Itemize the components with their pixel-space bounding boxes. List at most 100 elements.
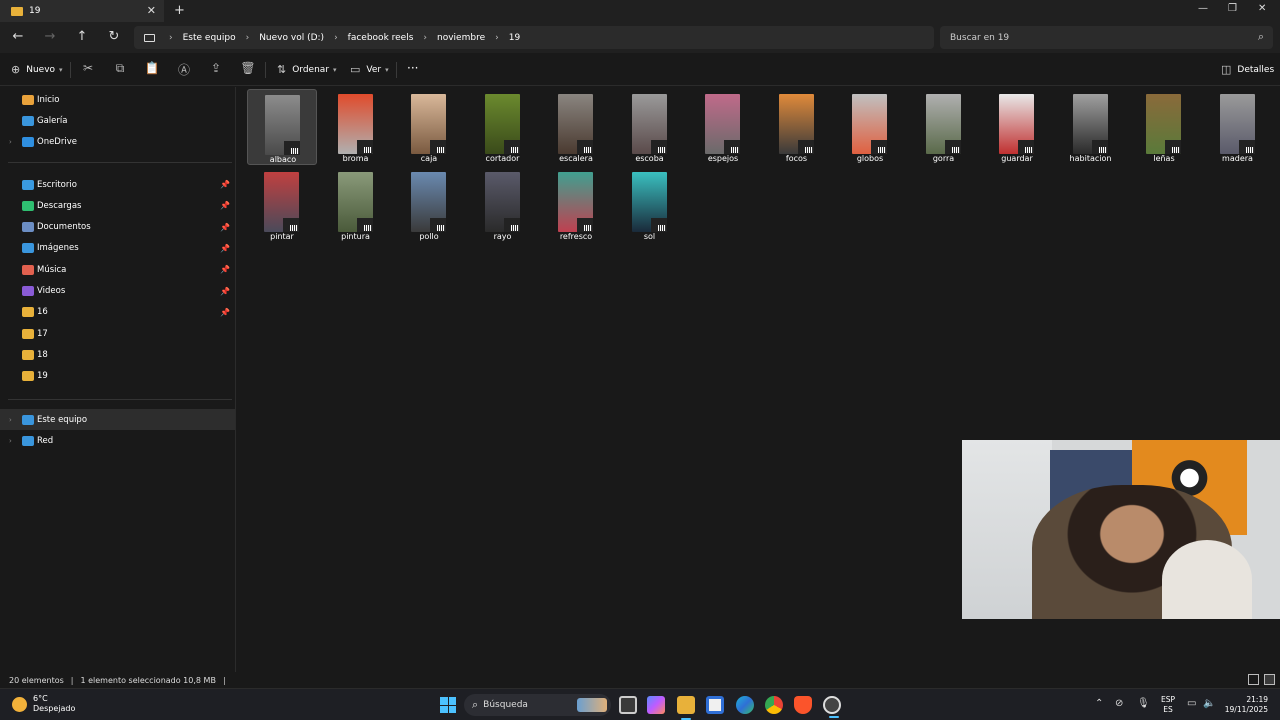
- sort-button[interactable]: ⇅ Ordenar ▾: [277, 63, 337, 76]
- back-arrow-icon[interactable]: ←: [9, 29, 27, 44]
- minimize-button[interactable]: —: [1198, 3, 1208, 14]
- file-item[interactable]: albaco: [247, 89, 317, 165]
- search-input[interactable]: Buscar en 19 ⌕: [940, 26, 1273, 49]
- microphone-icon[interactable]: 🎙: [1137, 698, 1150, 709]
- pin-icon[interactable]: 📌: [220, 223, 230, 232]
- start-button[interactable]: [440, 697, 456, 713]
- copy-icon[interactable]: ⧉: [112, 61, 128, 76]
- maximize-button[interactable]: ❐: [1228, 3, 1237, 14]
- cut-icon[interactable]: ✂: [80, 61, 96, 75]
- sidebar-item-red[interactable]: › Red: [0, 430, 235, 451]
- sidebar-item-escritorio[interactable]: Escritorio 📌: [0, 174, 235, 195]
- file-item[interactable]: gorra: [909, 89, 979, 165]
- sidebar-item-este-equipo[interactable]: › Este equipo: [0, 409, 235, 430]
- file-item[interactable]: focos: [762, 89, 832, 165]
- close-window-button[interactable]: ✕: [1258, 3, 1266, 14]
- sidebar-item-16[interactable]: 16 📌: [0, 302, 235, 323]
- pin-icon[interactable]: 📌: [220, 244, 230, 253]
- more-options-button[interactable]: ···: [407, 61, 418, 75]
- sidebar-item-inicio[interactable]: Inicio: [0, 89, 235, 110]
- pin-icon[interactable]: 📌: [220, 287, 230, 296]
- view-button[interactable]: ▭ Ver ▾: [350, 63, 389, 76]
- brave-icon[interactable]: [794, 696, 812, 714]
- sidebar-item-imágenes[interactable]: Imágenes 📌: [0, 238, 235, 259]
- file-item[interactable]: leñas: [1129, 89, 1199, 165]
- chrome-icon[interactable]: [765, 696, 783, 714]
- breadcrumb-facebook-reels[interactable]: facebook reels: [348, 33, 414, 43]
- pin-icon[interactable]: 📌: [220, 180, 230, 189]
- breadcrumb-separator[interactable]: ›: [246, 33, 250, 43]
- close-tab-icon[interactable]: ✕: [147, 4, 156, 17]
- sidebar-item-19[interactable]: 19: [0, 366, 235, 387]
- file-item[interactable]: pollo: [394, 167, 464, 243]
- up-arrow-icon[interactable]: ↑: [73, 29, 91, 44]
- large-icons-view-toggle[interactable]: [1264, 674, 1275, 685]
- file-item[interactable]: pintura: [321, 167, 391, 243]
- forward-arrow-icon[interactable]: →: [41, 29, 59, 44]
- search-icon[interactable]: ⌕: [1258, 30, 1264, 44]
- obs-icon[interactable]: [823, 696, 841, 718]
- breadcrumb-noviembre[interactable]: noviembre: [437, 33, 485, 43]
- file-item[interactable]: guardar: [982, 89, 1052, 165]
- breadcrumb-nuevo-vol[interactable]: Nuevo vol (D:): [259, 33, 324, 43]
- breadcrumb-este-equipo[interactable]: Este equipo: [183, 33, 236, 43]
- file-item[interactable]: escoba: [615, 89, 685, 165]
- sidebar-item-17[interactable]: 17: [0, 323, 235, 344]
- pin-icon[interactable]: 📌: [220, 308, 230, 317]
- store-icon[interactable]: [706, 696, 724, 714]
- expand-chevron-icon[interactable]: ›: [9, 138, 12, 146]
- new-button[interactable]: ⊕ Nuevo ▾: [11, 63, 63, 76]
- file-item[interactable]: broma: [321, 89, 391, 165]
- file-item[interactable]: globos: [835, 89, 905, 165]
- weather-widget[interactable]: 6°C Despejado: [12, 694, 75, 714]
- sidebar-item-galería[interactable]: Galería: [0, 110, 235, 131]
- details-button[interactable]: ◫ Detalles: [1221, 63, 1274, 76]
- video-file-badge-icon: [1165, 140, 1181, 154]
- file-item[interactable]: espejos: [688, 89, 758, 165]
- new-tab-button[interactable]: +: [174, 3, 185, 18]
- display-icon[interactable]: ▭: [1187, 698, 1196, 709]
- file-item[interactable]: refresco: [541, 167, 611, 243]
- task-view-icon[interactable]: [619, 696, 637, 714]
- network-status-icon[interactable]: ⊘: [1115, 698, 1123, 709]
- paste-icon[interactable]: 📋: [144, 61, 160, 75]
- details-view-toggle[interactable]: [1248, 674, 1259, 685]
- file-item[interactable]: cortador: [468, 89, 538, 165]
- sidebar-item-18[interactable]: 18: [0, 344, 235, 365]
- sidebar-item-onedrive[interactable]: › OneDrive: [0, 132, 235, 153]
- expand-chevron-icon[interactable]: ›: [9, 437, 12, 445]
- sidebar-item-descargas[interactable]: Descargas 📌: [0, 195, 235, 216]
- pin-icon[interactable]: 📌: [220, 265, 230, 274]
- edge-icon[interactable]: [736, 696, 754, 714]
- breadcrumb-separator[interactable]: ›: [495, 33, 499, 43]
- file-explorer-icon[interactable]: [677, 696, 695, 720]
- file-item[interactable]: sol: [615, 167, 685, 243]
- file-name: sol: [643, 232, 656, 241]
- show-hidden-icons-icon[interactable]: ⌃: [1095, 698, 1103, 709]
- share-icon[interactable]: ⇪: [208, 61, 224, 75]
- file-item[interactable]: caja: [394, 89, 464, 165]
- rename-icon[interactable]: Ⓐ: [176, 61, 192, 78]
- delete-icon[interactable]: 🗑: [240, 61, 256, 75]
- refresh-icon[interactable]: ↻: [105, 29, 123, 44]
- sidebar-item-videos[interactable]: Videos 📌: [0, 281, 235, 302]
- sidebar-item-música[interactable]: Música 📌: [0, 259, 235, 280]
- volume-icon[interactable]: 🔈: [1203, 698, 1215, 709]
- breadcrumb-19[interactable]: 19: [509, 33, 520, 43]
- expand-chevron-icon[interactable]: ›: [9, 416, 12, 424]
- language-indicator[interactable]: ESP ES: [1161, 695, 1175, 715]
- address-bar[interactable]: › Este equipo › Nuevo vol (D:) › faceboo…: [134, 26, 934, 49]
- file-item[interactable]: madera: [1203, 89, 1273, 165]
- pin-icon[interactable]: 📌: [220, 201, 230, 210]
- breadcrumb-separator[interactable]: ›: [334, 33, 338, 43]
- sidebar-item-documentos[interactable]: Documentos 📌: [0, 217, 235, 238]
- taskbar-search[interactable]: ⌕ Búsqueda: [464, 694, 611, 716]
- tab-19[interactable]: 19 ✕: [0, 0, 164, 22]
- file-item[interactable]: rayo: [468, 167, 538, 243]
- file-item[interactable]: pintar: [247, 167, 317, 243]
- clock[interactable]: 21:19 19/11/2025: [1222, 695, 1268, 715]
- copilot-icon[interactable]: [647, 696, 665, 714]
- breadcrumb-separator[interactable]: ›: [423, 33, 427, 43]
- file-item[interactable]: escalera: [541, 89, 611, 165]
- file-item[interactable]: habitacion: [1056, 89, 1126, 165]
